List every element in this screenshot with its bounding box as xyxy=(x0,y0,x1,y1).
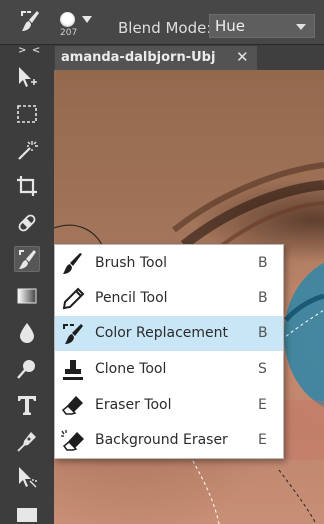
shape-tool-icon[interactable] xyxy=(14,501,40,524)
menu-item-pencil-tool[interactable]: Pencil Tool B xyxy=(55,281,283,316)
menu-item-label: Clone Tool xyxy=(95,361,167,377)
menu-item-shortcut: E xyxy=(258,432,267,448)
chevron-down-icon xyxy=(296,24,306,30)
menu-item-label: Eraser Tool xyxy=(95,397,172,413)
toolbox: > < xyxy=(0,46,54,524)
document-tab-title: amanda-dalbjorn-Ubj xyxy=(61,50,216,65)
blend-mode-label: Blend Mode: xyxy=(118,19,212,37)
menu-item-background-eraser[interactable]: Background Eraser E xyxy=(55,423,283,458)
document-tab[interactable]: amanda-dalbjorn-Ubj ✕ xyxy=(55,46,257,70)
eraser-icon xyxy=(60,393,86,419)
menu-item-label: Pencil Tool xyxy=(95,290,168,306)
menu-item-label: Brush Tool xyxy=(95,255,168,271)
chevron-down-icon xyxy=(82,16,92,23)
brush-preset-picker[interactable]: 207 xyxy=(60,10,94,40)
path-select-tool-icon[interactable] xyxy=(14,464,40,490)
collapse-toolbox-button[interactable]: > < xyxy=(18,46,41,56)
menu-item-shortcut: S xyxy=(258,361,267,377)
menu-item-shortcut: B xyxy=(258,325,268,341)
drop-tool-icon[interactable] xyxy=(14,319,40,345)
menu-item-shortcut: E xyxy=(258,397,267,413)
healing-tool-icon[interactable] xyxy=(14,210,40,236)
brush-size: 207 xyxy=(60,28,78,38)
document-tab-bar: amanda-dalbjorn-Ubj ✕ xyxy=(54,46,324,70)
color-replacement-icon xyxy=(60,321,86,347)
menu-item-brush-tool[interactable]: Brush Tool B xyxy=(55,246,283,281)
move-tool-icon[interactable] xyxy=(14,64,40,90)
dodge-tool-icon[interactable] xyxy=(14,356,40,382)
menu-item-shortcut: B xyxy=(258,290,268,306)
pen-tool-icon[interactable] xyxy=(14,428,40,454)
text-tool-icon[interactable] xyxy=(14,392,40,418)
blend-mode-value: Hue xyxy=(215,17,246,35)
magic-wand-tool-icon[interactable] xyxy=(14,137,40,163)
brush-preview-icon xyxy=(60,12,75,27)
crop-tool-icon[interactable] xyxy=(14,173,40,199)
marquee-tool-icon[interactable] xyxy=(14,101,40,127)
menu-item-eraser-tool[interactable]: Eraser Tool E xyxy=(55,388,283,423)
menu-item-label: Background Eraser xyxy=(95,432,228,448)
close-icon[interactable]: ✕ xyxy=(236,49,249,66)
gradient-tool-icon[interactable] xyxy=(14,283,40,309)
color-replacement-tool-icon[interactable] xyxy=(14,246,40,272)
menu-item-clone-tool[interactable]: Clone Tool S xyxy=(55,352,283,387)
menu-item-color-replacement[interactable]: Color Replacement B xyxy=(55,316,283,351)
stamp-icon xyxy=(60,357,86,383)
blend-mode-select[interactable]: Hue xyxy=(209,14,315,38)
menu-item-shortcut: B xyxy=(258,255,268,271)
color-replacement-icon[interactable] xyxy=(18,9,42,35)
pencil-icon xyxy=(60,286,86,312)
tool-flyout-menu: Brush Tool B Pencil Tool B Color Replace… xyxy=(54,244,284,459)
background-eraser-icon xyxy=(60,428,86,454)
options-bar: 207 Blend Mode: Hue xyxy=(0,0,324,45)
menu-item-label: Color Replacement xyxy=(95,325,228,341)
brush-icon xyxy=(60,251,86,277)
